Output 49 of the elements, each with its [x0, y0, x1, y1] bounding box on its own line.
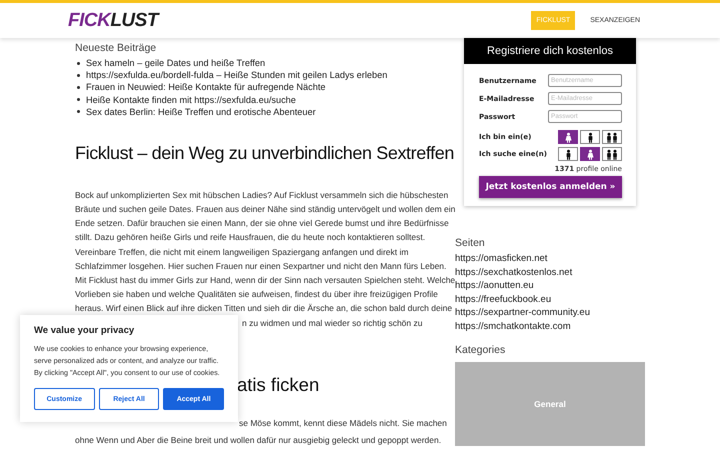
site-logo[interactable]: FICKLUST [68, 10, 158, 32]
page-link[interactable]: https://freefuckbook.eu [455, 292, 552, 306]
post-link[interactable]: Frauen in Neuwied: Heiße Kontakte für aufregende Nächte [86, 82, 326, 92]
text-line: ohne Wenn und Aber die Beine breit und wollen dafür nur ausgiebig geleckt und gepoppt werden. [75, 434, 442, 448]
bullet-icon [77, 86, 80, 89]
text-line: Ende setzen. Dafür brauchen sie einen Mann, der sie ohne viel Gerede bumst und ihre Bedürfnisse [75, 217, 449, 230]
section-heading: Kategories [455, 344, 506, 356]
text-line: n zu widmen und mal wieder so richtig schön zu [242, 316, 422, 330]
gender-option[interactable] [602, 130, 622, 144]
bullet-icon [77, 110, 80, 114]
man-icon [564, 148, 572, 160]
signup-button[interactable]: Jetzt kostenlos anmelden » [479, 176, 622, 198]
bullet-icon [77, 62, 80, 64]
page-link[interactable]: https://smchatkontakte.com [455, 320, 571, 333]
post-link[interactable]: Sex dates Berlin: Heiße Treffen und erotische Abenteuer [86, 106, 316, 117]
article-subheading: atis ficken [237, 374, 320, 396]
text-line: Mit Ficklust hast du immer Girls zur Hand, wenn dir der Sinn nach versauten Spielchen steht. Welche [75, 274, 456, 287]
bullet-icon [77, 98, 80, 102]
section-heading: Seiten [455, 237, 485, 249]
banner-title: We value your privacy [34, 325, 136, 336]
gender-option[interactable] [558, 130, 578, 144]
man-icon [586, 132, 594, 142]
woman-icon [564, 132, 572, 142]
panel-title: Registriere dich kostenlos [464, 38, 636, 64]
text-line: se Möse kommt, kennt diese Mädels nicht. Sie machen [239, 416, 447, 430]
gender-option[interactable] [580, 147, 600, 161]
gender-option[interactable] [602, 147, 622, 161]
couple-icon [606, 148, 618, 160]
page-link[interactable]: https://aonutten.eu [455, 279, 534, 292]
gender-option[interactable] [558, 147, 578, 161]
text-line: Bräute und suchen geile Dates. Frauen aus deiner Nähe sind ständig untervögelt und wollen dem ein [75, 202, 456, 216]
page-link[interactable]: https://sexpartner-community.eu [455, 306, 590, 320]
text-line: stillt. Dazu gehören heiße Girls und reife Hausfrauen, die du heute noch kontaktieren solltest. [75, 231, 426, 244]
post-link[interactable]: Heiße Kontakte finden mit https://sexfulda.eu/suche [86, 94, 296, 105]
page-link[interactable]: https://omasficken.net [455, 252, 548, 266]
post-link[interactable]: https://sexfulda.eu/bordell-fulda – Heiße Stunden mit geilen Ladys erleben [86, 70, 388, 80]
text-line: Schlafzimmer losgehen. Hier suchen Frauen nur einen Sexpartner und nicht den Mann fürs Leben. [75, 260, 446, 273]
article-heading: Ficklust – dein Weg zu unverbindlichen Sextreffen [75, 142, 454, 164]
text-line: Bock auf unkomplizierten Sex mit hübschen Ladies? Auf Ficklust versammeln sich die hübschesten [75, 188, 448, 202]
text-line: Vorlieben sie haben und welche Qualitäten sie aufweisen, findest du über ihre freizügigen Profile [75, 288, 438, 302]
page-link[interactable]: https://sexchatkostenlos.net [455, 266, 572, 279]
text-line: Vereinbare Treffen, die nicht mit einem langweiligen Spaziergang anfangen und direkt im [75, 246, 408, 259]
woman-icon [586, 148, 594, 160]
couple-icon [606, 132, 618, 142]
post-link[interactable]: Sex hameln – geile Dates und heiße Treffen [86, 58, 266, 68]
text-line: heraus. Wirf einen Blick auf ihre dicken Titten und sieh dir die Ärsche an, die schon bald durch deine [75, 302, 452, 316]
bullet-icon [77, 74, 80, 77]
section-heading: Neueste Beiträge [75, 42, 156, 54]
gender-option[interactable] [580, 130, 600, 144]
